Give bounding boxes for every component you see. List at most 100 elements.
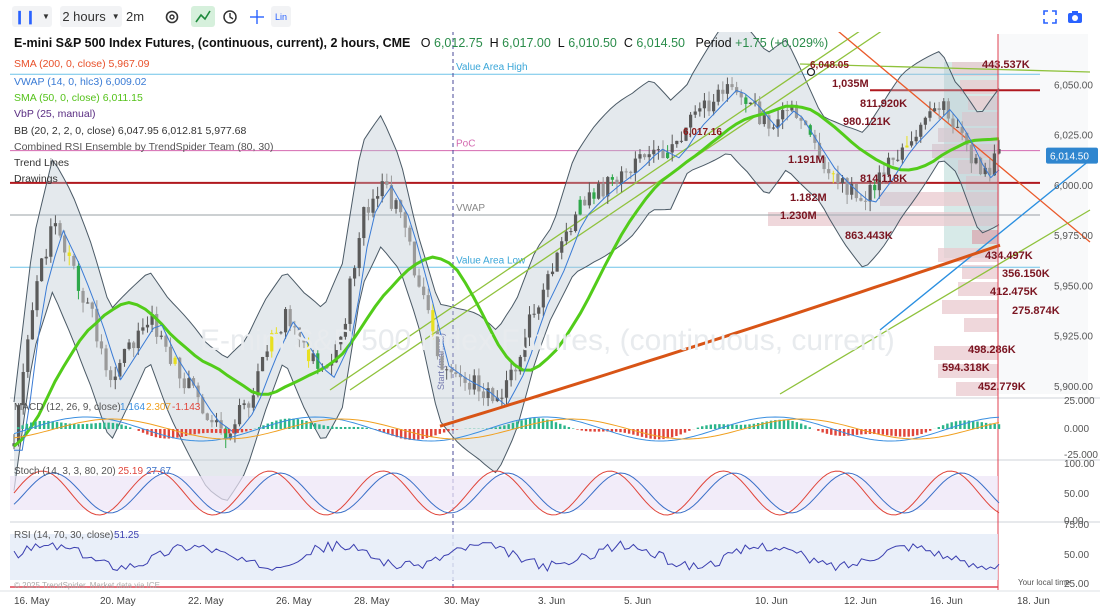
- volume-profile-bar: [960, 80, 998, 94]
- candle-body: [896, 159, 900, 161]
- screenshot-button[interactable]: [1065, 6, 1085, 27]
- annotation-label: 6,048.05: [810, 60, 849, 71]
- candle-body: [353, 268, 357, 279]
- annotation-label: 811.920K: [860, 98, 907, 110]
- candle-body: [919, 124, 923, 137]
- legend-sma200[interactable]: SMA (200, 0, close) 5,967.09: [14, 58, 149, 70]
- volume-profile-bar: [964, 318, 998, 332]
- macd-histogram-bar: [430, 429, 433, 437]
- annotation-label: 412.475K: [990, 286, 1038, 298]
- candle-body: [53, 223, 58, 227]
- legend-sma200-value: 5,967.09: [108, 58, 150, 70]
- macd-histogram-bar: [249, 429, 252, 431]
- x-tick-label: 5. Jun: [624, 596, 651, 607]
- rsi-tick-label: 50.00: [1064, 550, 1089, 561]
- macd-histogram-bar: [657, 429, 661, 440]
- legend-rsi-ensemble[interactable]: Combined RSI Ensemble by TrendSpider Tea…: [14, 141, 274, 153]
- lin-button[interactable]: Lin: [271, 6, 291, 27]
- macd-histogram-bar: [236, 429, 239, 433]
- period-label: Period: [695, 36, 732, 50]
- x-tick-label: 10. Jun: [755, 596, 788, 607]
- x-tick-label: 22. May: [188, 596, 224, 607]
- candle-body: [578, 199, 582, 215]
- trend-line-icon: [195, 10, 211, 22]
- macd-histogram-bar: [90, 423, 93, 429]
- macd-histogram-bar: [855, 429, 859, 435]
- macd-histogram-bar: [614, 429, 618, 432]
- macd-histogram-bar: [894, 429, 897, 437]
- macd-histogram-bar: [447, 429, 450, 432]
- macd-histogram-bar: [111, 422, 115, 429]
- candle-body: [546, 274, 550, 290]
- macd-histogram-bar: [85, 423, 89, 429]
- rsi-tick-label: 75.00: [1064, 520, 1089, 531]
- annotation-label: 1.191M: [788, 154, 825, 166]
- macd-histogram-bar: [137, 429, 140, 431]
- macd-histogram-bar: [184, 429, 188, 437]
- candle-body: [141, 327, 145, 331]
- macd-histogram-bar: [339, 427, 343, 429]
- candle-body: [992, 153, 996, 176]
- legend-vwap[interactable]: VWAP (14, 0, hlc3) 6,009.02: [14, 76, 147, 88]
- candle-body: [509, 369, 513, 381]
- candle-body: [72, 255, 76, 266]
- rsi-value: 51.25: [114, 530, 139, 541]
- price-chart[interactable]: Value Area HighPoCVWAPValue Area LowStar…: [0, 0, 1100, 608]
- x-tick-label: 30. May: [444, 596, 480, 607]
- candle-body: [615, 179, 619, 184]
- candle-body: [67, 252, 71, 256]
- stoch-tick-label: 50.00: [1064, 489, 1089, 500]
- interval-dropdown[interactable]: 2 hours ▼: [60, 6, 122, 27]
- macd-histogram-bar: [554, 422, 558, 429]
- stoch-tick-label: 100.00: [1064, 459, 1095, 470]
- candle-body: [675, 140, 679, 145]
- macd-histogram-bar: [25, 423, 29, 429]
- crosshair-button[interactable]: [245, 6, 269, 27]
- macd-histogram-bar: [434, 429, 437, 436]
- candle-body: [932, 108, 937, 112]
- candle-body: [260, 356, 265, 372]
- legend-trend-lines[interactable]: Trend Lines: [14, 157, 69, 169]
- candle-body: [679, 140, 684, 142]
- macd-histogram-bar: [442, 429, 446, 433]
- macd-histogram-bar: [550, 420, 553, 429]
- macd-histogram-bar: [120, 424, 123, 429]
- annotation-label: 1,035M: [832, 78, 869, 90]
- macd-histogram-bar: [756, 423, 760, 429]
- macd-histogram-bar: [735, 424, 738, 429]
- macd-histogram-bar: [597, 429, 601, 432]
- fullscreen-button[interactable]: [1040, 6, 1060, 27]
- macd-histogram-bar: [21, 425, 24, 429]
- macd-histogram-bar: [920, 429, 923, 435]
- settings-button[interactable]: [160, 6, 184, 27]
- chart-type-button[interactable]: ❙❙ ▼: [12, 6, 52, 27]
- macd-histogram-bar: [296, 419, 300, 429]
- interval-alt-button[interactable]: 2m: [124, 6, 146, 27]
- macd-histogram-bar: [941, 425, 945, 429]
- legend-sma50[interactable]: SMA (50, 0, close) 6,011.15: [14, 92, 143, 104]
- clock-button[interactable]: [218, 6, 242, 27]
- candle-body: [716, 89, 720, 102]
- macd-histogram-bar: [731, 424, 734, 429]
- volume-profile-bar: [942, 300, 998, 314]
- macd-histogram-bar: [51, 421, 54, 429]
- macd-histogram-bar: [279, 419, 282, 429]
- macd-histogram-bar: [675, 429, 678, 437]
- candle-body: [90, 302, 94, 309]
- trend-tool-button[interactable]: [191, 6, 215, 27]
- candle-body: [357, 238, 361, 269]
- candle-body: [58, 223, 62, 236]
- legend-bb[interactable]: BB (20, 2, 2, 0, close) 6,047.95 6,012.8…: [14, 125, 246, 137]
- legend-vwap-label: VWAP (14, 0, hlc3): [14, 76, 103, 88]
- candle-body: [366, 207, 371, 213]
- legend-drawings[interactable]: Drawings: [14, 173, 58, 185]
- stoch-value: 27.67: [146, 466, 171, 477]
- candle-body: [164, 335, 168, 347]
- annotation-label: 498.286K: [968, 344, 1016, 356]
- candle-body: [721, 89, 725, 94]
- candle-body: [417, 275, 421, 287]
- candle-body: [836, 173, 840, 184]
- lin-label: Lin: [274, 11, 287, 22]
- candle-body: [758, 101, 762, 125]
- legend-vbp[interactable]: VbP (25, manual): [14, 108, 96, 120]
